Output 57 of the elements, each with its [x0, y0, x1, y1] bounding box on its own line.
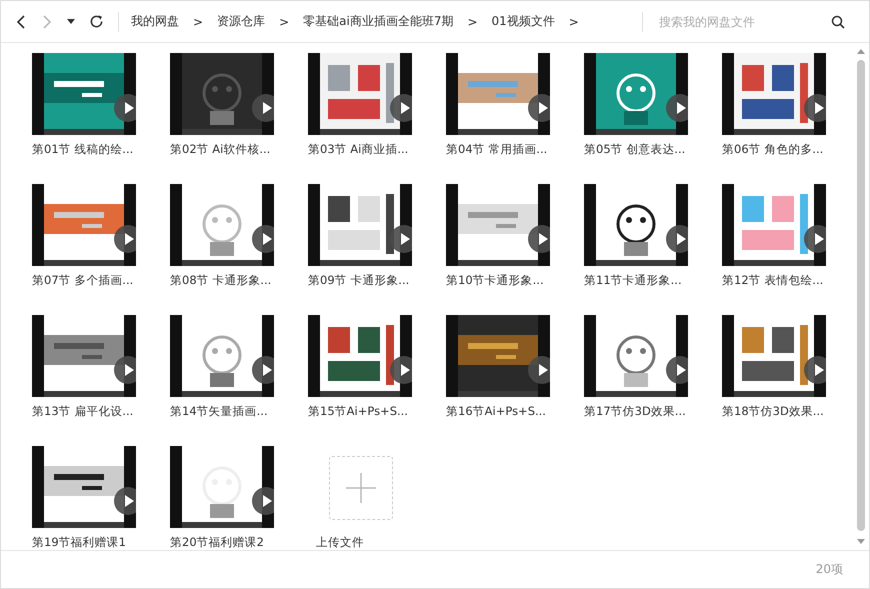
play-icon[interactable]: [390, 356, 412, 384]
file-name[interactable]: 第07节 多个插画...: [32, 273, 134, 288]
play-icon[interactable]: [804, 225, 826, 253]
play-icon[interactable]: [114, 487, 136, 515]
breadcrumb-link[interactable]: 资源仓库: [217, 13, 266, 30]
file-name[interactable]: 第09节 卡通形象...: [308, 273, 410, 288]
breadcrumb-separator: >: [467, 14, 478, 28]
plus-icon: [346, 473, 376, 503]
file-name[interactable]: 第01节 线稿的绘...: [32, 142, 134, 157]
file-name[interactable]: 第12节 表情包绘...: [722, 273, 824, 288]
play-icon[interactable]: [528, 356, 550, 384]
play-icon[interactable]: [666, 225, 688, 253]
breadcrumb-link[interactable]: 我的网盘: [131, 13, 179, 30]
file-name[interactable]: 第15节Ai+Ps+S...: [308, 404, 408, 419]
file-name[interactable]: 第14节矢量插画...: [170, 404, 268, 419]
breadcrumb-separator: >: [279, 14, 290, 28]
play-icon[interactable]: [252, 356, 274, 384]
file-name[interactable]: 第17节仿3D效果...: [584, 404, 686, 419]
file-name[interactable]: 第19节福利赠课1: [32, 535, 126, 550]
search-icon[interactable]: [831, 14, 845, 28]
breadcrumb-link[interactable]: 01视频文件: [492, 13, 555, 30]
file-name[interactable]: 第10节卡通形象...: [446, 273, 544, 288]
play-icon[interactable]: [528, 94, 550, 122]
file-name[interactable]: 第13节 扁平化设...: [32, 404, 134, 419]
play-icon[interactable]: [528, 225, 550, 253]
play-icon[interactable]: [390, 94, 412, 122]
refresh-icon[interactable]: [89, 14, 104, 29]
file-name[interactable]: 第04节 常用插画...: [446, 142, 548, 157]
play-icon[interactable]: [114, 94, 136, 122]
scroll-up-icon[interactable]: [857, 49, 865, 54]
play-icon[interactable]: [804, 94, 826, 122]
file-name[interactable]: 第08节 卡通形象...: [170, 273, 272, 288]
breadcrumb-link[interactable]: 零基础ai商业插画全能班7期: [303, 13, 454, 30]
file-name[interactable]: 第11节卡通形象...: [584, 273, 682, 288]
file-name[interactable]: 第16节Ai+Ps+S...: [446, 404, 546, 419]
file-name[interactable]: 第05节 创意表达...: [584, 142, 686, 157]
dropdown-icon[interactable]: [67, 18, 75, 24]
play-icon[interactable]: [666, 94, 688, 122]
back-icon[interactable]: [15, 14, 27, 30]
item-count: 20项: [816, 561, 843, 578]
file-name[interactable]: 第03节 Ai商业插...: [308, 142, 408, 157]
play-icon[interactable]: [252, 225, 274, 253]
play-icon[interactable]: [114, 356, 136, 384]
scroll-down-icon[interactable]: [857, 539, 865, 544]
play-icon[interactable]: [114, 225, 136, 253]
play-icon[interactable]: [252, 487, 274, 515]
breadcrumb-separator: >: [193, 14, 204, 28]
file-name[interactable]: 第18节仿3D效果...: [722, 404, 824, 419]
play-icon[interactable]: [804, 356, 826, 384]
breadcrumb-separator: >: [568, 14, 579, 28]
play-icon[interactable]: [252, 94, 274, 122]
scrollbar-thumb[interactable]: [857, 60, 865, 531]
file-name[interactable]: 第02节 Ai软件核...: [170, 142, 270, 157]
play-icon[interactable]: [666, 356, 688, 384]
file-name[interactable]: 第20节福利赠课2: [170, 535, 264, 550]
file-name[interactable]: 上传文件: [316, 535, 364, 550]
file-name[interactable]: 第06节 角色的多...: [722, 142, 824, 157]
